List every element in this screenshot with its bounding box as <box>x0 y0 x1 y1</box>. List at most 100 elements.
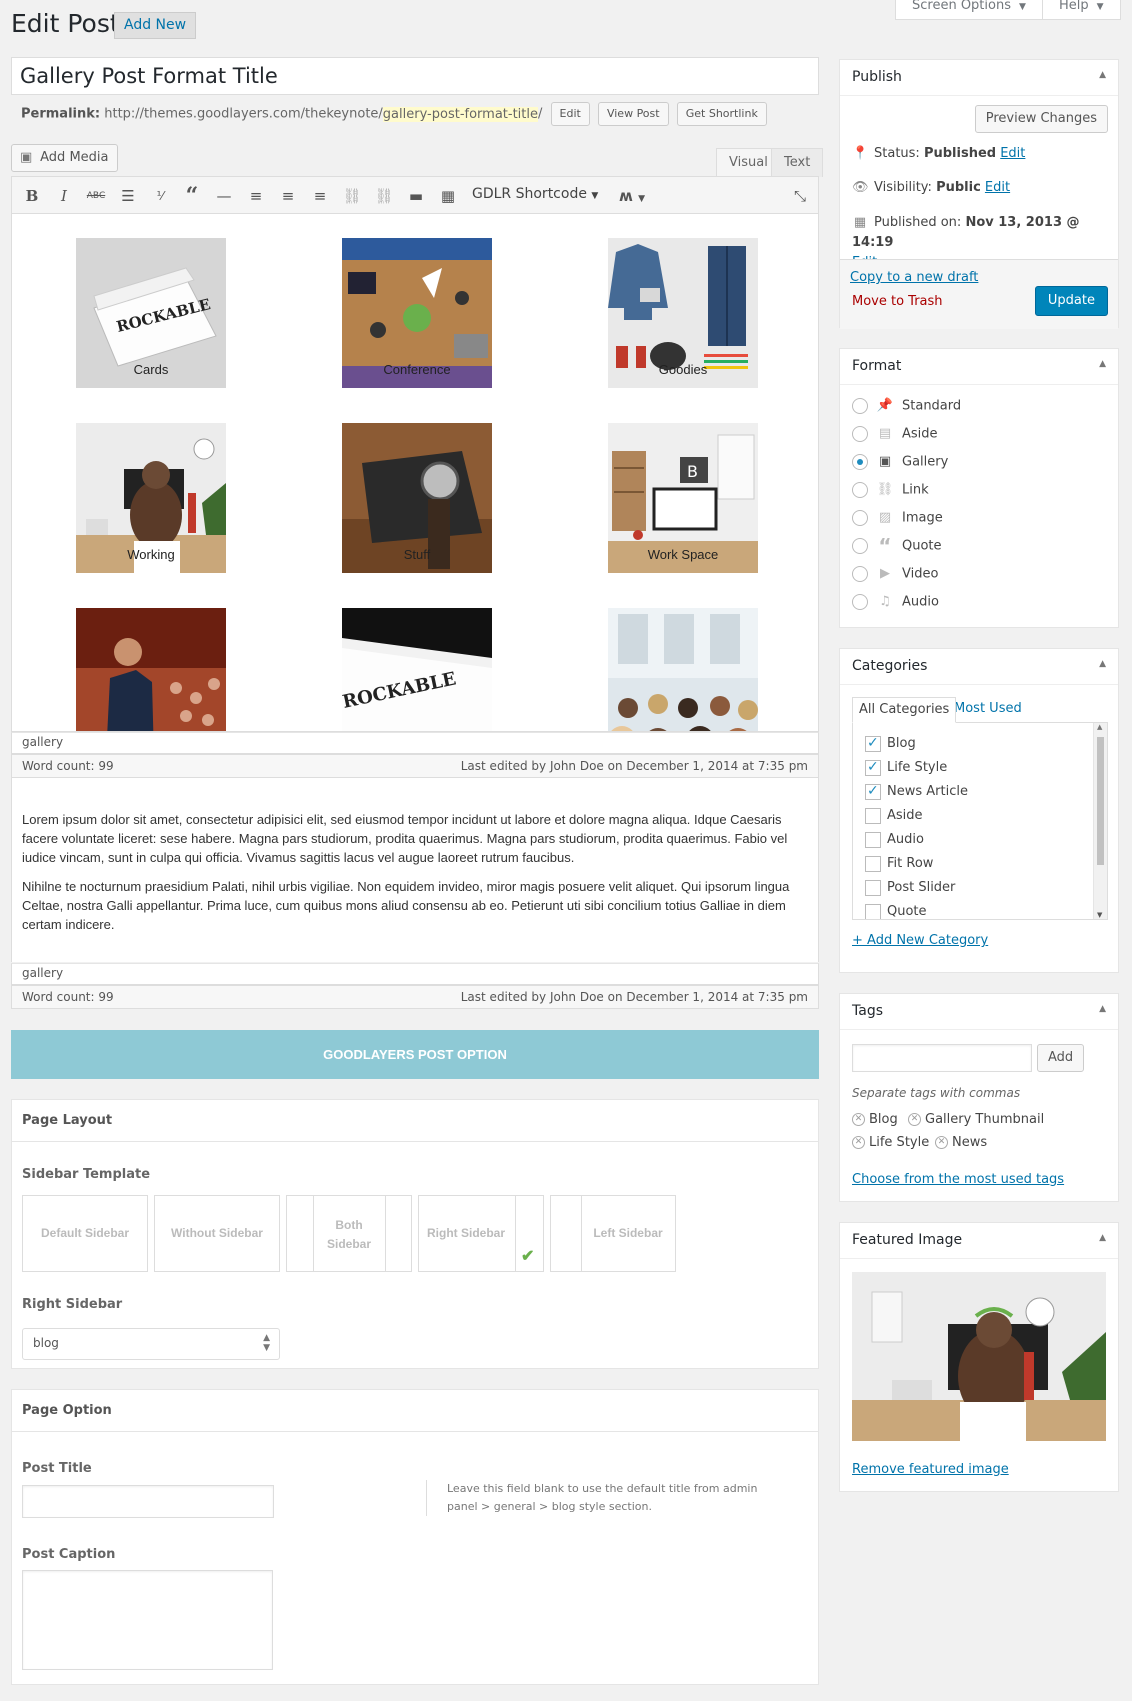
visual-editor[interactable]: ROCKABLE Cards Conference Goodies B Work… <box>11 214 819 732</box>
bold-icon[interactable]: B <box>21 186 43 206</box>
sidebar-option-right[interactable]: Right Sidebar ✔ <box>418 1195 544 1272</box>
preview-changes-button[interactable]: Preview Changes <box>974 105 1108 133</box>
category-item-blog[interactable]: Blog <box>865 734 916 753</box>
checkbox[interactable] <box>865 855 881 872</box>
publish-header[interactable]: Publish ▲ <box>840 60 1118 96</box>
radio[interactable] <box>852 482 868 498</box>
collapse-arrow-icon[interactable]: ▲ <box>1099 1004 1106 1014</box>
radio[interactable] <box>852 538 868 554</box>
category-item-quote[interactable]: Quote <box>865 903 927 919</box>
choose-tags-link[interactable]: Choose from the most used tags <box>852 1172 1064 1187</box>
category-item-aside[interactable]: Aside <box>865 807 923 825</box>
gdlr-shortcode-dropdown[interactable]: GDLR Shortcode ▼ <box>472 186 598 202</box>
remove-tag-icon[interactable]: ✕ <box>908 1113 921 1126</box>
add-new-category-link[interactable]: + Add New Category <box>852 933 988 948</box>
update-button[interactable]: Update <box>1034 286 1108 316</box>
format-option-quote[interactable]: “ Quote <box>852 536 942 556</box>
checkbox[interactable] <box>865 807 881 824</box>
horizontal-line-icon[interactable]: — <box>213 186 235 206</box>
move-to-trash-link[interactable]: Move to Trash <box>852 294 943 309</box>
radio[interactable] <box>852 594 868 610</box>
collapse-arrow-icon[interactable]: ▲ <box>1099 659 1106 669</box>
permalink-edit-button[interactable]: Edit <box>550 102 590 126</box>
collapse-arrow-icon[interactable]: ▲ <box>1099 359 1106 369</box>
category-item-life-style[interactable]: Life Style <box>865 758 947 777</box>
fullscreen-icon[interactable]: ⤡ <box>789 186 811 206</box>
format-option-standard[interactable]: 📌 Standard <box>852 396 961 416</box>
read-more-icon[interactable]: ▬ <box>405 186 427 206</box>
checkbox[interactable] <box>865 831 881 848</box>
scroll-down-icon[interactable]: ▼ <box>1097 911 1102 919</box>
collapse-arrow-icon[interactable]: ▲ <box>1099 70 1106 80</box>
screen-options-tab[interactable]: Screen Options ▼ <box>895 0 1043 20</box>
goodlayers-post-option-bar[interactable]: GOODLAYERS POST OPTION <box>11 1030 819 1079</box>
radio[interactable] <box>852 566 868 582</box>
category-checklist[interactable]: Blog Life Style News Article Aside Audio… <box>852 722 1108 920</box>
format-option-link[interactable]: ⛓ Link <box>852 480 929 500</box>
category-scrollbar[interactable]: ▲ ▼ <box>1093 723 1107 919</box>
format-option-gallery[interactable]: ▣ Gallery <box>852 452 948 472</box>
category-item-news-article[interactable]: News Article <box>865 782 968 801</box>
sidebar-option-left[interactable]: Left Sidebar <box>550 1195 676 1272</box>
blockquote-icon[interactable]: “ <box>181 185 203 207</box>
featured-image-header[interactable]: Featured Image ▲ <box>840 1223 1118 1259</box>
scrollbar-thumb[interactable] <box>1097 737 1104 865</box>
help-tab[interactable]: Help ▼ <box>1042 0 1121 20</box>
post-title-field[interactable] <box>22 1485 274 1518</box>
visibility-edit-link[interactable]: Edit <box>985 180 1010 195</box>
remove-tag-icon[interactable]: ✕ <box>935 1136 948 1149</box>
radio[interactable] <box>852 426 868 442</box>
align-right-icon[interactable]: ≡ <box>309 186 331 206</box>
align-left-icon[interactable]: ≡ <box>245 186 267 206</box>
link-icon[interactable]: ⛓ <box>341 186 363 206</box>
radio[interactable] <box>852 510 868 526</box>
italic-icon[interactable]: I <box>53 186 75 206</box>
right-sidebar-select[interactable]: blog ▲ ▼ <box>22 1328 280 1360</box>
post-title-input[interactable]: Gallery Post Format Title <box>11 57 819 95</box>
scroll-up-icon[interactable]: ▲ <box>1097 723 1102 731</box>
tab-text[interactable]: Text <box>771 148 824 177</box>
checkbox[interactable] <box>865 879 881 896</box>
align-center-icon[interactable]: ≡ <box>277 186 299 206</box>
category-item-audio[interactable]: Audio <box>865 831 924 849</box>
format-option-aside[interactable]: ▤ Aside <box>852 424 938 444</box>
new-tag-input[interactable] <box>852 1044 1032 1072</box>
format-option-audio[interactable]: ♫ Audio <box>852 592 939 612</box>
categories-header[interactable]: Categories ▲ <box>840 649 1118 685</box>
collapse-arrow-icon[interactable]: ▲ <box>1099 1233 1106 1243</box>
remove-featured-image-link[interactable]: Remove featured image <box>852 1462 1009 1477</box>
add-media-button[interactable]: ▣ Add Media <box>11 144 118 172</box>
remove-tag-icon[interactable]: ✕ <box>852 1136 865 1149</box>
sidebar-option-both[interactable]: Both Sidebar <box>286 1195 412 1272</box>
format-option-image[interactable]: ▨ Image <box>852 508 943 528</box>
checkbox[interactable] <box>865 903 881 919</box>
permalink-slug[interactable]: gallery-post-format-title <box>382 106 538 122</box>
format-option-video[interactable]: ▶ Video <box>852 564 938 584</box>
toolbar-toggle-icon[interactable]: ▦ <box>437 186 459 206</box>
tab-all-categories[interactable]: All Categories <box>852 697 957 723</box>
get-shortlink-button[interactable]: Get Shortlink <box>676 102 767 126</box>
radio-selected[interactable] <box>852 454 868 470</box>
checkbox-checked[interactable] <box>865 782 881 800</box>
checkbox-checked[interactable] <box>865 758 881 776</box>
radio[interactable] <box>852 398 868 414</box>
category-item-fit-row[interactable]: Fit Row <box>865 855 933 873</box>
view-post-button[interactable]: View Post <box>597 102 669 126</box>
sidebar-option-default[interactable]: Default Sidebar <box>22 1195 148 1272</box>
unlink-icon[interactable]: ⛓ <box>373 186 395 206</box>
copy-to-draft-link[interactable]: Copy to a new draft <box>850 270 978 285</box>
numbered-list-icon[interactable]: ⅟ <box>149 186 171 206</box>
editor-text-content[interactable]: Lorem ipsum dolor sit amet, consectetur … <box>11 778 819 962</box>
checkbox-checked[interactable] <box>865 734 881 752</box>
format-header[interactable]: Format ▲ <box>840 349 1118 385</box>
add-tag-button[interactable]: Add <box>1037 1044 1085 1072</box>
strikethrough-icon[interactable]: ABC <box>85 186 107 206</box>
featured-image-thumbnail[interactable] <box>852 1272 1106 1441</box>
post-caption-textarea[interactable] <box>22 1570 273 1670</box>
bullet-list-icon[interactable]: ☰ <box>117 186 139 206</box>
gallery-image-audience[interactable] <box>608 608 758 732</box>
add-new-button[interactable]: Add New <box>114 12 197 39</box>
gallery-image-speaker[interactable] <box>76 608 226 732</box>
tags-header[interactable]: Tags ▲ <box>840 994 1118 1030</box>
sidebar-option-without[interactable]: Without Sidebar <box>154 1195 280 1272</box>
